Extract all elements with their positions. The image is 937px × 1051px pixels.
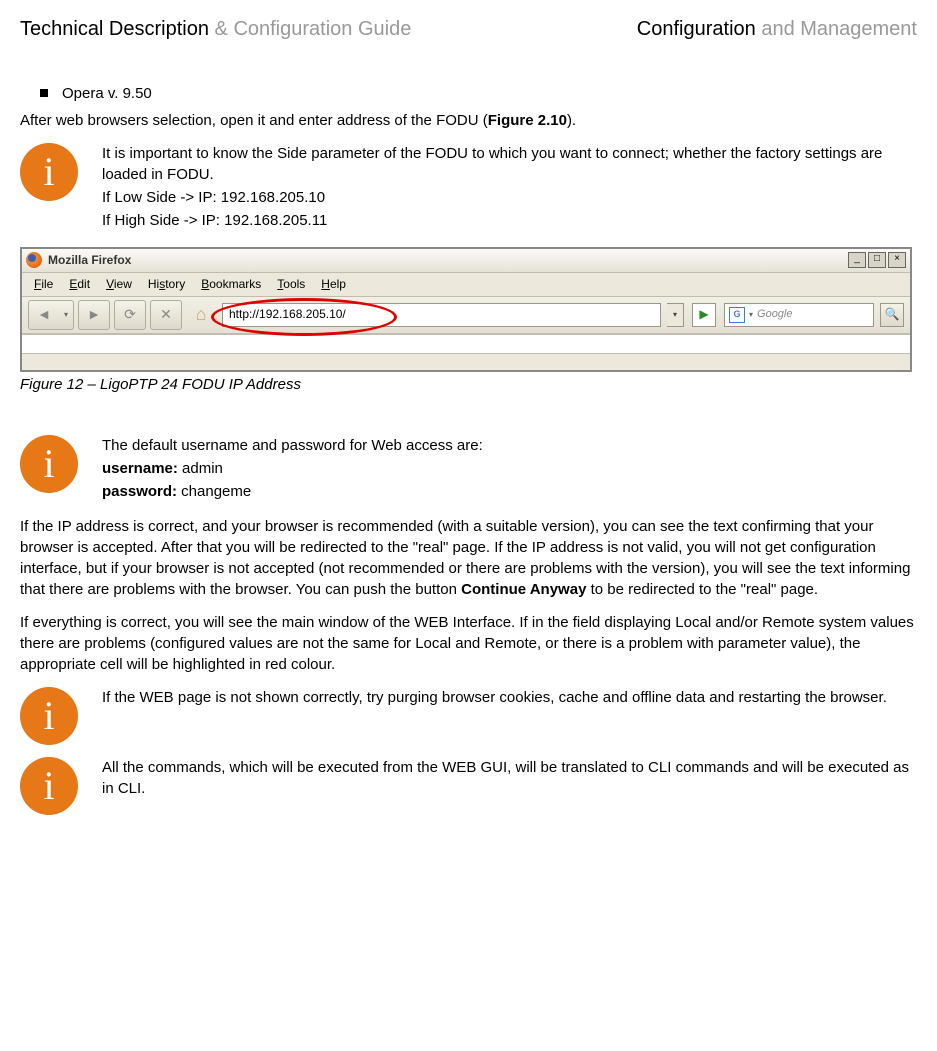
info1-line2: If Low Side -> IP: 192.168.205.10 — [102, 187, 917, 208]
paragraph-1: If the IP address is correct, and your b… — [20, 516, 917, 600]
password-value: changeme — [177, 483, 251, 500]
window-buttons: _ □ × — [848, 252, 906, 268]
forward-button[interactable]: ► — [78, 300, 110, 330]
titlebar: Mozilla Firefox _ □ × — [22, 249, 910, 273]
info-text-2: The default username and password for We… — [102, 435, 917, 504]
google-icon: G — [729, 307, 745, 323]
home-button[interactable]: ⌂ — [186, 301, 216, 329]
intro-a: After web browsers selection, open it an… — [20, 112, 488, 129]
titlebar-left: Mozilla Firefox — [26, 252, 131, 269]
search-box[interactable]: G ▾ Google — [724, 303, 874, 327]
info-icon: i — [20, 687, 78, 745]
statusbar — [22, 353, 910, 370]
info-icon-letter: i — [43, 696, 54, 736]
menu-tools[interactable]: Tools — [271, 275, 311, 294]
close-button[interactable]: × — [888, 252, 906, 268]
info-block-4: i All the commands, which will be execut… — [20, 757, 917, 815]
header-right-bold: Configuration — [637, 18, 756, 40]
reload-button[interactable]: ⟳ — [114, 300, 146, 330]
browser-content — [22, 334, 910, 353]
go-button[interactable]: ▶ — [692, 303, 716, 327]
address-bar[interactable]: http://192.168.205.10/ — [222, 303, 661, 327]
info-icon-letter: i — [43, 152, 54, 192]
info2-line2: username: admin — [102, 458, 917, 479]
intro-paragraph: After web browsers selection, open it an… — [20, 110, 917, 131]
info-text-1: It is important to know the Side paramet… — [102, 143, 917, 233]
para1b: Continue Anyway — [461, 581, 586, 598]
bullet-text: Opera v. 9.50 — [62, 83, 152, 104]
address-dropdown[interactable]: ▾ — [667, 303, 684, 327]
info-icon: i — [20, 757, 78, 815]
header-right-light: and Management — [756, 18, 917, 40]
back-button[interactable]: ◄ — [28, 300, 60, 330]
menubar: File Edit View History Bookmarks Tools H… — [22, 273, 910, 297]
password-label: password: — [102, 483, 177, 500]
username-value: admin — [178, 460, 223, 477]
menu-file[interactable]: File — [28, 275, 59, 294]
menu-help[interactable]: Help — [315, 275, 352, 294]
info2-line3: password: changeme — [102, 481, 917, 502]
info-icon: i — [20, 435, 78, 493]
menu-edit[interactable]: Edit — [63, 275, 96, 294]
info-icon: i — [20, 143, 78, 201]
bullet-item: Opera v. 9.50 — [40, 83, 917, 104]
url-text: http://192.168.205.10/ — [229, 306, 346, 323]
figure-caption: Figure 12 – LigoPTP 24 FODU IP Address — [20, 374, 917, 395]
menu-history[interactable]: History — [142, 275, 191, 294]
bullet-icon — [40, 89, 48, 97]
header-left-light: & Configuration Guide — [209, 18, 411, 40]
search-placeholder: Google — [757, 307, 792, 322]
intro-c: ). — [567, 112, 576, 129]
info-block-2: i The default username and password for … — [20, 435, 917, 504]
info4-text: All the commands, which will be executed… — [102, 757, 917, 799]
minimize-button[interactable]: _ — [848, 252, 866, 268]
menu-view[interactable]: View — [100, 275, 138, 294]
page-header: Technical Description & Configuration Gu… — [20, 15, 917, 43]
info-block-3: i If the WEB page is not shown correctly… — [20, 687, 917, 745]
menu-bookmarks[interactable]: Bookmarks — [195, 275, 267, 294]
window-title: Mozilla Firefox — [48, 252, 131, 269]
browser-screenshot: Mozilla Firefox _ □ × File Edit View His… — [20, 247, 912, 372]
info2-line1: The default username and password for We… — [102, 435, 917, 456]
maximize-button[interactable]: □ — [868, 252, 886, 268]
info-text-4: All the commands, which will be executed… — [102, 757, 917, 801]
info1-line3: If High Side -> IP: 192.168.205.11 — [102, 210, 917, 231]
info3-text: If the WEB page is not shown correctly, … — [102, 687, 917, 708]
info1-line1: It is important to know the Side paramet… — [102, 143, 917, 185]
info-text-3: If the WEB page is not shown correctly, … — [102, 687, 917, 710]
header-left-bold: Technical Description — [20, 18, 209, 40]
username-label: username: — [102, 460, 178, 477]
intro-b: Figure 2.10 — [488, 112, 567, 129]
info-icon-letter: i — [43, 444, 54, 484]
info-block-1: i It is important to know the Side param… — [20, 143, 917, 233]
stop-button[interactable]: ✕ — [150, 300, 182, 330]
para1c: to be redirected to the "real" page. — [586, 581, 818, 598]
back-dropdown[interactable]: ▾ — [59, 300, 74, 330]
search-engine-dropdown-icon: ▾ — [749, 309, 753, 320]
firefox-icon — [26, 252, 42, 268]
header-left: Technical Description & Configuration Gu… — [20, 15, 411, 43]
toolbar: ◄ ▾ ► ⟳ ✕ ⌂ http://192.168.205.10/ ▾ ▶ G… — [22, 297, 910, 334]
search-go-button[interactable]: 🔍 — [880, 303, 904, 327]
home-icon: ⌂ — [196, 302, 207, 327]
header-right: Configuration and Management — [637, 15, 917, 43]
paragraph-2: If everything is correct, you will see t… — [20, 612, 917, 675]
info-icon-letter: i — [43, 766, 54, 806]
